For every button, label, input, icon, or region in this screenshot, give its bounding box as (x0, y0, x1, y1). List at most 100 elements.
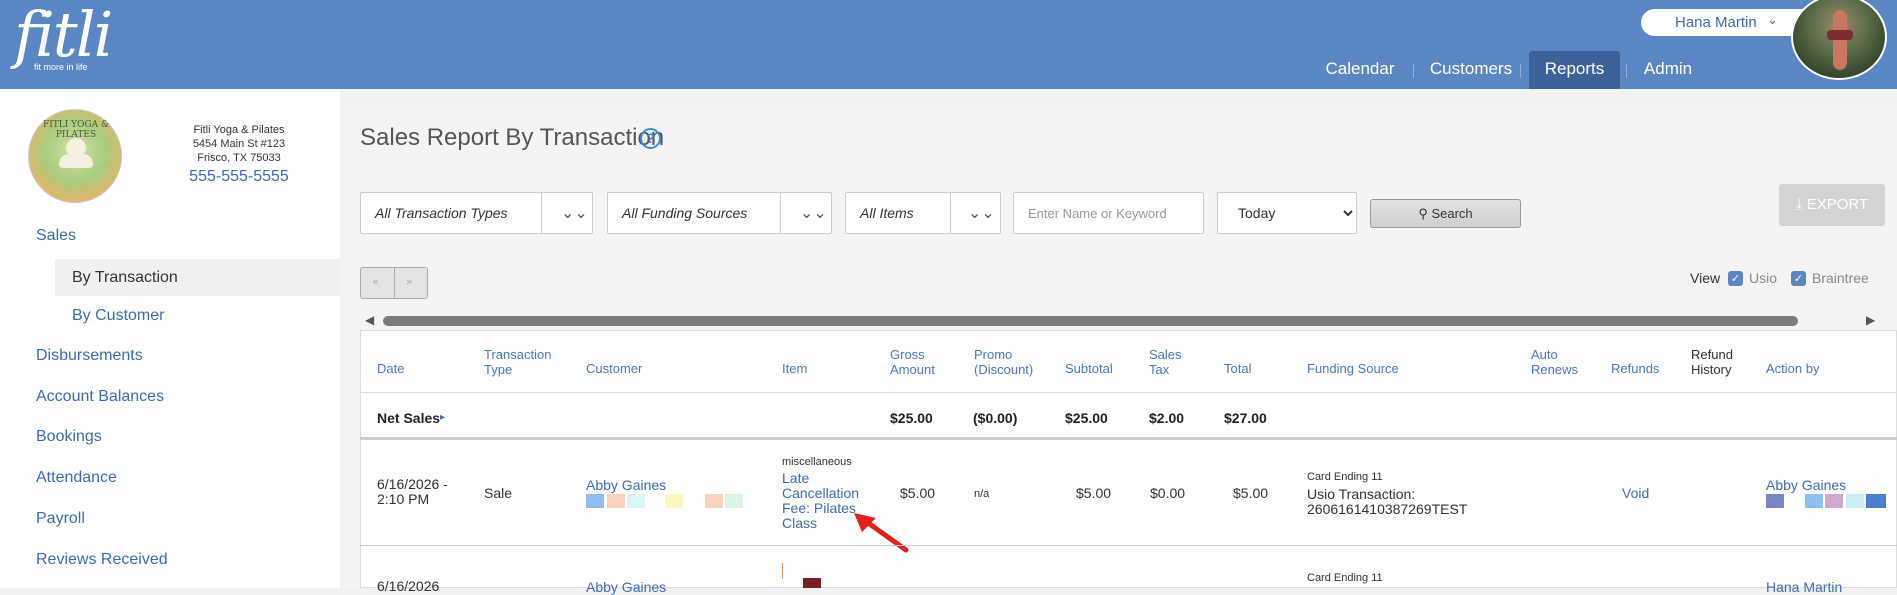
transaction-types-label: All Transaction Types (375, 205, 508, 221)
avatar-figure (1833, 10, 1847, 70)
items-label: All Items (860, 205, 914, 221)
row-item-category: miscellaneous (782, 456, 852, 468)
avatar[interactable] (1791, 0, 1887, 80)
tag-swatch (1766, 494, 1784, 508)
void-link[interactable]: Void (1622, 486, 1649, 501)
sidebar-item-account-balances[interactable]: Account Balances (36, 388, 164, 406)
row-type: Sale (484, 485, 513, 501)
pager: « » (360, 267, 428, 299)
col-funding-source[interactable]: Funding Source (1307, 361, 1399, 376)
sidebar-item-disbursements[interactable]: Disbursements (36, 347, 143, 365)
select-divider (950, 193, 951, 233)
row-total: $5.00 (1233, 485, 1269, 501)
row-funding-txn: Usio Transaction: 2606161410387269TEST (1307, 486, 1468, 517)
logo-tagline: fit more in life (34, 62, 88, 72)
col-date[interactable]: Date (377, 361, 404, 376)
tag-swatch (1846, 494, 1864, 508)
net-promo: ($0.00) (973, 410, 1018, 426)
col-total[interactable]: Total (1224, 361, 1251, 376)
col-action-by[interactable]: Action by (1766, 361, 1819, 376)
col-item[interactable]: Item (782, 361, 807, 376)
net-gross: $25.00 (890, 410, 933, 426)
nav-admin[interactable]: Admin (1634, 51, 1702, 89)
net-total: $27.00 (1224, 410, 1267, 426)
row-tax: $0.00 (1150, 485, 1186, 501)
sidebar-item-payroll[interactable]: Payroll (36, 510, 85, 528)
usio-label: Usio (1749, 270, 1778, 286)
meditator-body-icon (59, 154, 93, 168)
nav-divider (1626, 64, 1627, 78)
transaction-types-select[interactable]: All Transaction Types ⌄⌄ (360, 192, 593, 234)
funding-sources-select[interactable]: All Funding Sources ⌄⌄ (607, 192, 832, 234)
scrollbar-thumb[interactable] (383, 316, 1798, 326)
net-tax: $2.00 (1149, 410, 1185, 426)
braintree-checkbox[interactable]: ✓ (1791, 271, 1806, 286)
sidebar-item-sales[interactable]: Sales (36, 227, 76, 245)
row-customer-link[interactable]: Abby Gaines (586, 478, 666, 493)
col-subtotal[interactable]: Subtotal (1065, 361, 1113, 376)
scroll-right-icon[interactable]: ▶ (1866, 313, 1875, 327)
pager-divider (394, 268, 395, 298)
next-page-button[interactable]: » (406, 275, 413, 288)
chevron-down-icon: ⌄ (1767, 13, 1778, 28)
item-marker (782, 563, 783, 579)
net-sales-divider (360, 437, 1897, 440)
row-action-by-link[interactable]: Abby Gaines (1766, 478, 1846, 493)
search-icon: ⚲ (1418, 206, 1428, 221)
tag-swatch (1825, 494, 1843, 508)
col-refunds[interactable]: Refunds (1611, 361, 1659, 376)
row-item-link[interactable]: Late Cancellation Fee: Pilates Class (782, 471, 862, 531)
caret-right-icon[interactable]: ▸ (440, 412, 445, 423)
funding-sources-label: All Funding Sources (622, 205, 748, 221)
export-button[interactable]: ⤓ EXPORT (1779, 184, 1885, 226)
col-transaction-type[interactable]: Transaction Type (484, 347, 564, 377)
prev-page-button[interactable]: « (372, 275, 379, 288)
row-gross: $5.00 (900, 485, 936, 501)
net-sales-label[interactable]: Net Sales (377, 410, 440, 426)
fitli-logo[interactable]: fitli (14, 4, 113, 66)
studio-address-line1: 5454 Main St #123 (192, 138, 286, 150)
row2-date: 6/16/2026 (377, 578, 440, 594)
col-auto-renews[interactable]: Auto Renews (1531, 347, 1586, 377)
studio-address-line2: Frisco, TX 75033 (197, 152, 281, 164)
studio-logo-text: FITLI YOGA & PILATES (42, 120, 110, 140)
date-range-select[interactable]: Today (1217, 192, 1357, 234)
sidebar-item-attendance[interactable]: Attendance (36, 469, 117, 487)
sidebar-item-by-customer[interactable]: By Customer (72, 307, 164, 325)
help-icon[interactable]: ? (640, 128, 661, 149)
sidebar-item-reviews-received[interactable]: Reviews Received (36, 551, 168, 569)
item-thumbnail (803, 578, 821, 588)
tag-swatch (705, 494, 723, 508)
tag-swatch (725, 494, 743, 508)
nav-calendar[interactable]: Calendar (1318, 51, 1402, 89)
net-subtotal: $25.00 (1065, 410, 1108, 426)
search-button-label: Search (1431, 206, 1473, 221)
select-divider (780, 193, 781, 233)
col-promo[interactable]: Promo (Discount) (974, 347, 1044, 377)
studio-phone[interactable]: 555-555-5555 (165, 168, 313, 186)
sidebar-item-bookings[interactable]: Bookings (36, 428, 102, 446)
nav-reports[interactable]: Reports (1529, 51, 1620, 89)
braintree-label: Braintree (1812, 270, 1869, 286)
nav-customers[interactable]: Customers (1422, 51, 1520, 89)
page-title: Sales Report By Transaction (360, 124, 665, 151)
sidebar-item-by-transaction[interactable]: By Transaction (72, 269, 178, 287)
scroll-left-icon[interactable]: ◀ (365, 313, 374, 327)
col-sales-tax[interactable]: Sales Tax (1149, 347, 1189, 377)
col-customer[interactable]: Customer (586, 361, 642, 376)
sidebar: FITLI YOGA & PILATES Fitli Yoga & Pilate… (0, 89, 340, 588)
studio-name: Fitli Yoga & Pilates (193, 124, 285, 136)
annotation-arrow (854, 513, 909, 553)
tag-swatch (1866, 494, 1886, 508)
search-button[interactable]: ⚲ Search (1370, 199, 1521, 228)
user-menu[interactable]: Hana Martin ⌄ (1641, 9, 1815, 36)
col-gross-amount[interactable]: Gross Amount (890, 347, 950, 377)
items-select[interactable]: All Items ⌄⌄ (845, 192, 1001, 234)
user-name: Hana Martin (1675, 14, 1757, 31)
row-promo: n/a (974, 488, 990, 500)
export-button-label: EXPORT (1806, 196, 1869, 213)
row-subtotal: $5.00 (1076, 485, 1112, 501)
keyword-search-input[interactable] (1013, 192, 1204, 234)
usio-checkbox[interactable]: ✓ (1728, 271, 1743, 286)
view-label: View (1690, 270, 1721, 286)
